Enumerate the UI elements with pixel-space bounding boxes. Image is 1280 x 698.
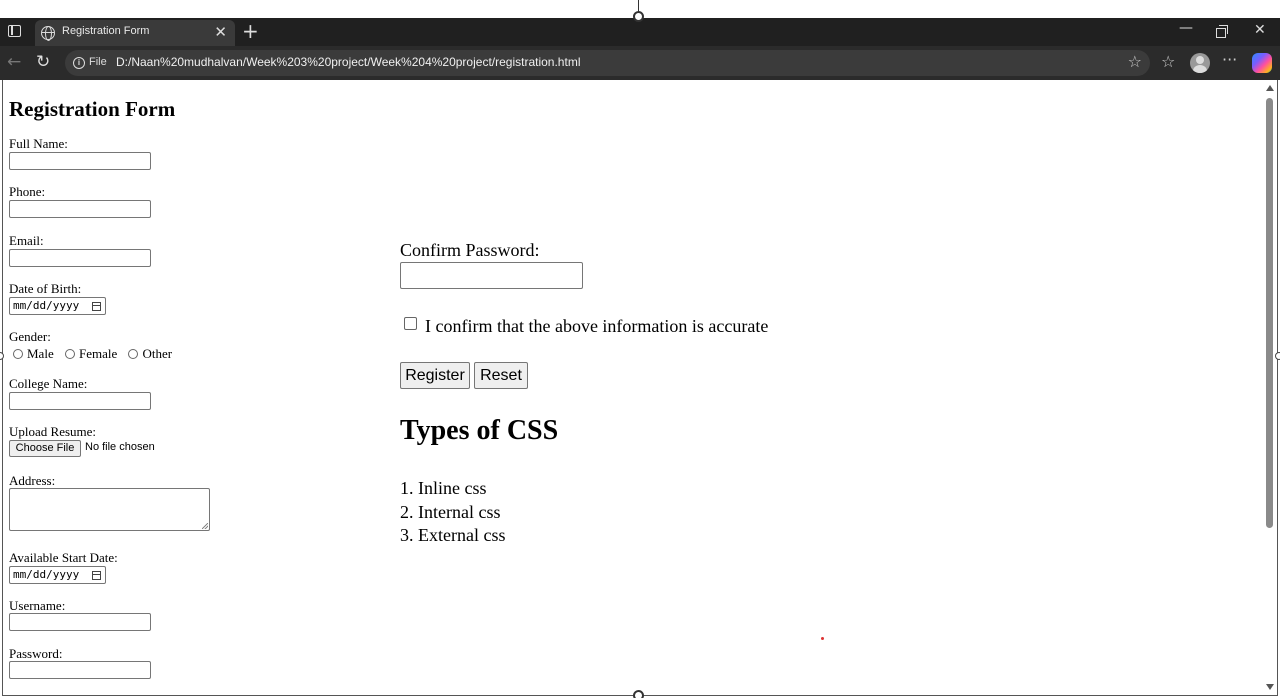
- phone-input[interactable]: [9, 200, 151, 218]
- css-types-heading: Types of CSS: [400, 415, 559, 446]
- title-bar: Registration Form ✕ + — ✕: [0, 18, 1280, 46]
- gender-label: Gender:: [9, 329, 51, 344]
- scrollbar-thumb[interactable]: [1266, 98, 1273, 528]
- phone-label: Phone:: [9, 184, 46, 199]
- tab-actions-icon[interactable]: [8, 25, 21, 37]
- gender-option-label: Other: [142, 346, 173, 361]
- resize-handle-right[interactable]: [1275, 352, 1280, 360]
- close-window-icon[interactable]: ✕: [1254, 22, 1266, 38]
- reload-icon[interactable]: ↻: [36, 52, 50, 72]
- dob-placeholder: mm/dd/yyyy: [13, 299, 80, 312]
- navigation-bar: ← ↻ i File D:/Naan%20mudhalvan/Week%203%…: [0, 46, 1280, 80]
- calendar-icon[interactable]: [92, 302, 101, 311]
- css-types-list: 1. Inline css 2. Internal css 3. Externa…: [400, 477, 505, 548]
- list-item: 1. Inline css: [400, 478, 487, 498]
- dob-label: Date of Birth:: [9, 281, 82, 296]
- full-name-label: Full Name:: [9, 136, 68, 151]
- page-viewport: Registration Form Full Name: Phone: Emai…: [2, 80, 1278, 696]
- list-item: 3. External css: [400, 525, 506, 545]
- gender-radio-male[interactable]: [13, 349, 23, 359]
- scroll-up-arrow-icon[interactable]: [1266, 85, 1274, 91]
- choose-file-button[interactable]: Choose File: [9, 440, 81, 457]
- full-name-input[interactable]: [9, 152, 151, 170]
- password-label: Password:: [9, 646, 63, 661]
- address-bar[interactable]: i File D:/Naan%20mudhalvan/Week%203%20pr…: [65, 50, 1150, 76]
- gender-option-label: Male: [27, 346, 54, 361]
- tab-close-icon[interactable]: ✕: [214, 23, 227, 41]
- college-input[interactable]: [9, 392, 151, 410]
- calendar-icon[interactable]: [92, 571, 101, 580]
- confirm-password-input[interactable]: [400, 262, 583, 289]
- address-textarea[interactable]: [9, 488, 210, 531]
- globe-icon: [41, 26, 55, 41]
- browser-tab[interactable]: Registration Form ✕: [35, 20, 235, 46]
- stray-dot: [821, 637, 824, 640]
- dob-input[interactable]: mm/dd/yyyy: [9, 297, 106, 315]
- more-options-icon[interactable]: ···: [1222, 50, 1237, 70]
- reset-button[interactable]: Reset: [474, 362, 528, 389]
- list-item: 2. Internal css: [400, 501, 501, 522]
- back-arrow-icon[interactable]: ←: [7, 52, 21, 72]
- gender-radio-female[interactable]: [64, 349, 75, 359]
- resize-handle-top[interactable]: [633, 11, 644, 22]
- address-label: Address:: [9, 473, 56, 488]
- password-input[interactable]: [9, 661, 151, 679]
- email-label: Email:: [9, 233, 44, 248]
- gender-radio-other[interactable]: [128, 349, 139, 359]
- resume-label: Upload Resume:: [9, 424, 97, 439]
- restore-icon[interactable]: [1216, 25, 1228, 38]
- email-input[interactable]: [9, 249, 151, 267]
- minimize-icon[interactable]: —: [1179, 20, 1193, 36]
- tab-title: Registration Form: [62, 25, 150, 37]
- resize-handle-bottom[interactable]: [633, 690, 644, 698]
- username-label: Username:: [9, 598, 66, 613]
- url-scheme-label: File: [89, 56, 107, 68]
- start-date-placeholder: mm/dd/yyyy: [13, 568, 80, 581]
- start-date-label: Available Start Date:: [9, 550, 118, 565]
- vertical-scrollbar[interactable]: [1263, 80, 1277, 695]
- confirm-password-label: Confirm Password:: [400, 240, 540, 260]
- profile-avatar[interactable]: [1190, 53, 1210, 73]
- confirm-checkbox[interactable]: [404, 317, 417, 330]
- username-input[interactable]: [9, 613, 151, 631]
- info-icon[interactable]: i: [73, 57, 85, 69]
- gender-radio-group: Male Female Other: [9, 346, 176, 362]
- confirm-checkbox-label: I confirm that the above information is …: [425, 316, 769, 336]
- file-status-text: No file chosen: [85, 441, 155, 453]
- start-date-input[interactable]: mm/dd/yyyy: [9, 566, 106, 584]
- scroll-down-arrow-icon[interactable]: [1266, 684, 1274, 690]
- page-title: Registration Form: [9, 97, 176, 121]
- copilot-icon[interactable]: [1252, 53, 1272, 73]
- favorite-star-icon[interactable]: ☆: [1128, 52, 1142, 71]
- url-text[interactable]: D:/Naan%20mudhalvan/Week%203%20project/W…: [116, 55, 580, 69]
- new-tab-icon[interactable]: +: [242, 19, 259, 43]
- gender-option-label: Female: [78, 346, 118, 361]
- favorites-icon[interactable]: ☆: [1161, 52, 1175, 72]
- register-button[interactable]: Register: [400, 362, 470, 389]
- college-label: College Name:: [9, 376, 88, 391]
